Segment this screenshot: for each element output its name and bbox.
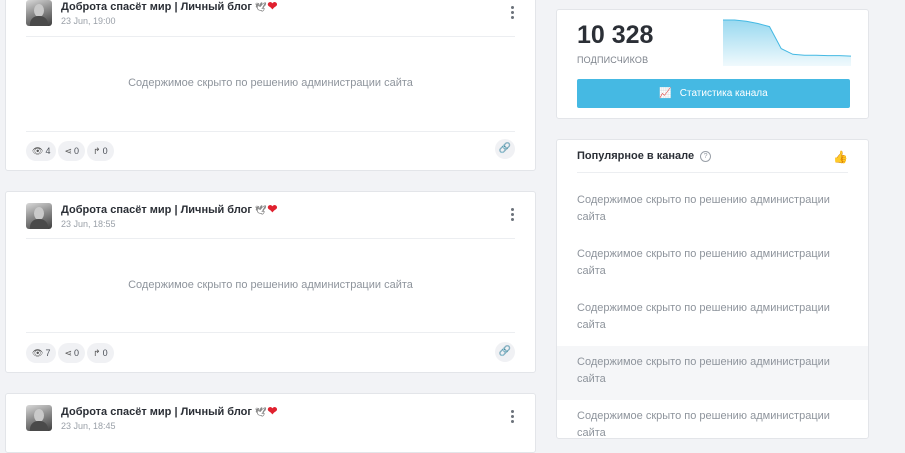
post-date[interactable]: 23 Jun, 19:00 — [61, 16, 116, 26]
divider — [577, 172, 848, 173]
post-header: Доброта спасёт мир | Личный блог 🕊❤ 23 Ju… — [26, 200, 535, 240]
subscriber-sparkline — [723, 19, 851, 66]
link-icon[interactable]: 🔗 — [495, 139, 515, 159]
reposts-counter[interactable]: ↱ 0 — [87, 141, 114, 161]
kebab-menu-icon[interactable] — [511, 208, 515, 223]
post-date[interactable]: 23 Jun, 18:45 — [61, 421, 116, 431]
subscribers-card: 10 328 ПОДПИСЧИКОВ 📈 Статистика канала — [556, 9, 869, 119]
hidden-content-notice: Содержимое скрыто по решению администрац… — [128, 77, 413, 89]
popular-item[interactable]: Содержимое скрыто по решению администрац… — [557, 292, 868, 346]
divider — [26, 332, 515, 333]
dove-icon: 🕊 — [254, 407, 267, 417]
shares-counter[interactable]: ⋖ 0 — [58, 141, 86, 161]
popular-item[interactable]: Содержимое скрыто по решению администрац… — [557, 184, 868, 238]
post-card: Доброта спасёт мир | Личный блог 🕊❤ 23 Ju… — [5, 0, 536, 171]
kebab-menu-icon[interactable] — [511, 410, 515, 425]
dove-icon: 🕊 — [254, 205, 267, 215]
post-author[interactable]: Доброта спасёт мир | Личный блог 🕊❤ — [61, 404, 277, 418]
divider — [26, 238, 515, 239]
popular-item[interactable]: Содержимое скрыто по решению администрац… — [557, 400, 868, 438]
share-icon: ⋖ — [64, 348, 72, 358]
help-icon[interactable]: ? — [700, 151, 712, 162]
popular-item[interactable]: Содержимое скрыто по решению администрац… — [557, 238, 868, 292]
channel-stats-button[interactable]: 📈 Статистика канала — [577, 79, 850, 108]
popular-card: Популярное в канале? 👍 Содержимое скрыто… — [556, 139, 869, 439]
link-icon[interactable]: 🔗 — [495, 342, 515, 362]
reposts-counter[interactable]: ↱ 0 — [87, 343, 114, 363]
post-stats: 👁 4 ⋖ 0 ↱ 0 — [26, 141, 116, 161]
subscriber-count: 10 328 — [577, 21, 654, 49]
avatar[interactable] — [26, 0, 52, 26]
post-header: Доброта спасёт мир | Личный блог 🕊❤ 23 Ju… — [26, 402, 535, 442]
hidden-content-notice: Содержимое скрыто по решению администрац… — [128, 279, 413, 291]
kebab-menu-icon[interactable] — [511, 6, 515, 21]
popular-title: Популярное в канале? — [577, 150, 712, 162]
popular-item[interactable]: Содержимое скрыто по решению администрац… — [557, 346, 868, 400]
avatar[interactable] — [26, 405, 52, 431]
dove-icon: 🕊 — [254, 2, 267, 12]
chart-icon: 📈 — [659, 88, 672, 99]
heart-icon: ❤ — [267, 202, 278, 216]
heart-icon: ❤ — [267, 0, 278, 13]
divider — [26, 36, 515, 37]
subscriber-label: ПОДПИСЧИКОВ — [577, 55, 649, 65]
post-card: Доброта спасёт мир | Личный блог 🕊❤ 23 Ju… — [5, 191, 536, 373]
eye-icon: 👁 — [32, 146, 44, 156]
post-header: Доброта спасёт мир | Личный блог 🕊❤ 23 Ju… — [26, 0, 535, 37]
shares-counter[interactable]: ⋖ 0 — [58, 343, 86, 363]
repost-icon: ↱ — [93, 146, 101, 156]
post-author[interactable]: Доброта спасёт мир | Личный блог 🕊❤ — [61, 0, 277, 13]
share-icon: ⋖ — [64, 146, 72, 156]
post-date[interactable]: 23 Jun, 18:55 — [61, 219, 116, 229]
views-counter[interactable]: 👁 4 — [26, 141, 57, 161]
post-author[interactable]: Доброта спасёт мир | Личный блог 🕊❤ — [61, 202, 277, 216]
avatar[interactable] — [26, 203, 52, 229]
divider — [26, 131, 515, 132]
eye-icon: 👁 — [32, 348, 44, 358]
sparkline-area — [723, 20, 851, 66]
post-stats: 👁 7 ⋖ 0 ↱ 0 — [26, 343, 116, 363]
thumbs-up-icon[interactable]: 👍 — [833, 150, 848, 164]
post-card: Доброта спасёт мир | Личный блог 🕊❤ 23 Ju… — [5, 393, 536, 453]
views-counter[interactable]: 👁 7 — [26, 343, 57, 363]
repost-icon: ↱ — [93, 348, 101, 358]
heart-icon: ❤ — [267, 404, 278, 418]
